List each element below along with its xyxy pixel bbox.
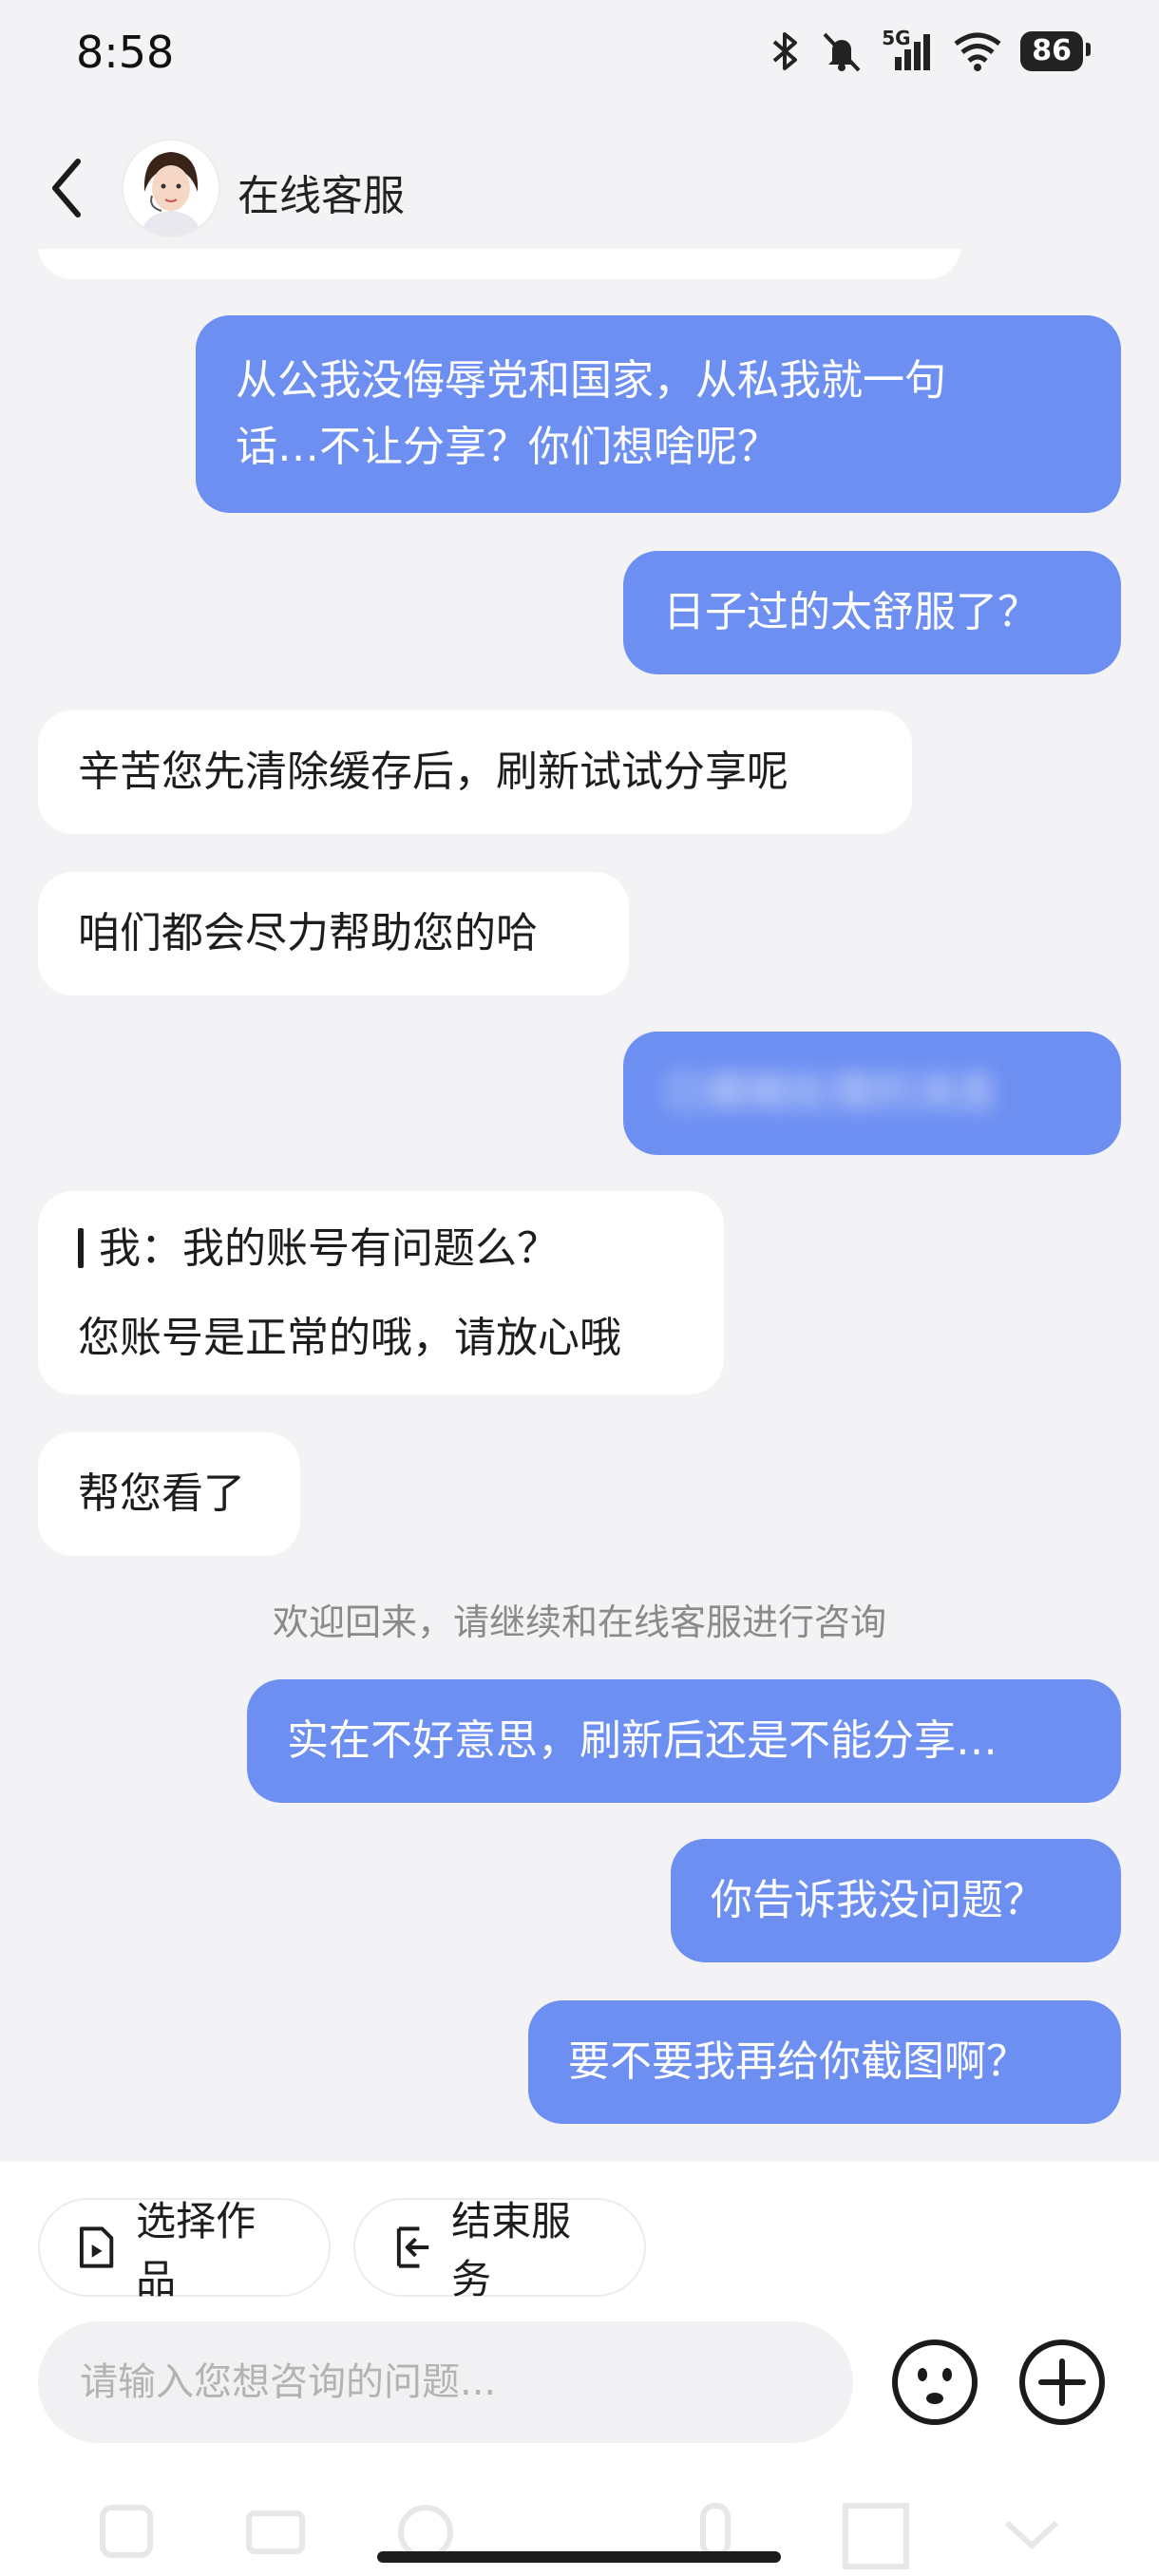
- status-icons: 5G 86: [770, 27, 1091, 74]
- message-text: 辛苦您先清除缓存后，刷新试试分享呢: [78, 748, 788, 796]
- status-time: 8:58: [76, 27, 175, 78]
- system-message: 欢迎回来，请继续和在线客服进行咨询: [272, 1601, 886, 1643]
- agent-avatar[interactable]: [124, 141, 218, 236]
- message-bubble-me[interactable]: 日子过的太舒服了？: [623, 551, 1121, 674]
- video-file-icon: [79, 2226, 114, 2268]
- status-bar: 8:58 5G 86: [0, 0, 1159, 114]
- message-bubble-cs-quote[interactable]: 我：我的账号有问题么？ 您账号是正常的哦，请放心哦: [38, 1191, 724, 1394]
- select-work-label: 选择作品: [136, 2198, 256, 2302]
- message-text: 帮您看了: [78, 1469, 245, 1518]
- page-title: 在线客服: [238, 172, 405, 220]
- wifi-icon: [954, 32, 1001, 71]
- message-bubble-me[interactable]: 从公我没侮辱党和国家，从私我就一句 话…不让分享？你们想啥呢？: [196, 315, 1121, 513]
- message-text: 从公我没侮辱党和国家，从私我就一句: [236, 356, 946, 405]
- agent-avatar-image: [124, 141, 218, 236]
- message-text: 您账号是正常的哦，请放心哦: [78, 1314, 621, 1362]
- message-bubble-me[interactable]: 实在不好意思，刷新后还是不能分享…: [247, 1679, 1121, 1803]
- message-text: 要不要我再给你截图啊？: [568, 2037, 1028, 2086]
- select-work-button[interactable]: 选择作品: [38, 2198, 331, 2302]
- emoji-button[interactable]: [887, 2335, 982, 2430]
- message-text-blurred: 已模糊处理的消息: [663, 1069, 998, 1117]
- message-text: 实在不好意思，刷新后还是不能分享…: [287, 1716, 998, 1765]
- exit-icon: [396, 2226, 429, 2268]
- add-button[interactable]: [1015, 2335, 1110, 2430]
- chat-list: 从公我没侮辱党和国家，从私我就一句 话…不让分享？你们想啥呢？ 日子过的太舒服了…: [0, 249, 1159, 2158]
- message-text: 话…不让分享？你们想啥呢？: [236, 423, 779, 471]
- home-indicator[interactable]: [377, 2551, 781, 2563]
- chat-header: 在线客服: [0, 123, 1159, 247]
- message-bubble-cs[interactable]: 帮您看了: [38, 1432, 300, 1556]
- message-bubble-me[interactable]: 你告诉我没问题？: [671, 1839, 1121, 1962]
- battery-level: 86: [1032, 34, 1072, 67]
- quoted-message: 我：我的账号有问题么？: [78, 1216, 684, 1282]
- message-text: 你告诉我没问题？: [711, 1876, 1045, 1924]
- message-text: 咱们都会尽力帮助您的哈: [78, 909, 538, 957]
- message-bubble-cs: [38, 249, 961, 279]
- message-input-box[interactable]: [38, 2321, 853, 2443]
- end-service-label: 结束服务: [451, 2198, 572, 2302]
- signal-icon: 5G: [882, 27, 935, 72]
- quote-bar: [78, 1228, 84, 1268]
- battery-icon: 86: [1020, 31, 1091, 71]
- back-button[interactable]: [40, 150, 97, 226]
- bluetooth-icon: [772, 32, 798, 70]
- bottom-panel: 选择作品 结束服务: [0, 2162, 1159, 2576]
- message-text: 日子过的太舒服了？: [663, 588, 1039, 636]
- keyboard-toolbar-ghost: [100, 2503, 1059, 2569]
- end-service-button[interactable]: 结束服务: [353, 2198, 646, 2302]
- quote-text: 我：我的账号有问题么？: [99, 1224, 559, 1273]
- message-input[interactable]: [78, 2359, 823, 2405]
- message-bubble-me[interactable]: 要不要我再给你截图啊？: [528, 2000, 1121, 2124]
- message-bubble-me-blurred[interactable]: 已模糊处理的消息: [623, 1032, 1121, 1155]
- message-bubble-cs[interactable]: 辛苦您先清除缓存后，刷新试试分享呢: [38, 710, 912, 834]
- message-bubble-cs[interactable]: 咱们都会尽力帮助您的哈: [38, 872, 629, 995]
- mute-icon: [823, 32, 861, 72]
